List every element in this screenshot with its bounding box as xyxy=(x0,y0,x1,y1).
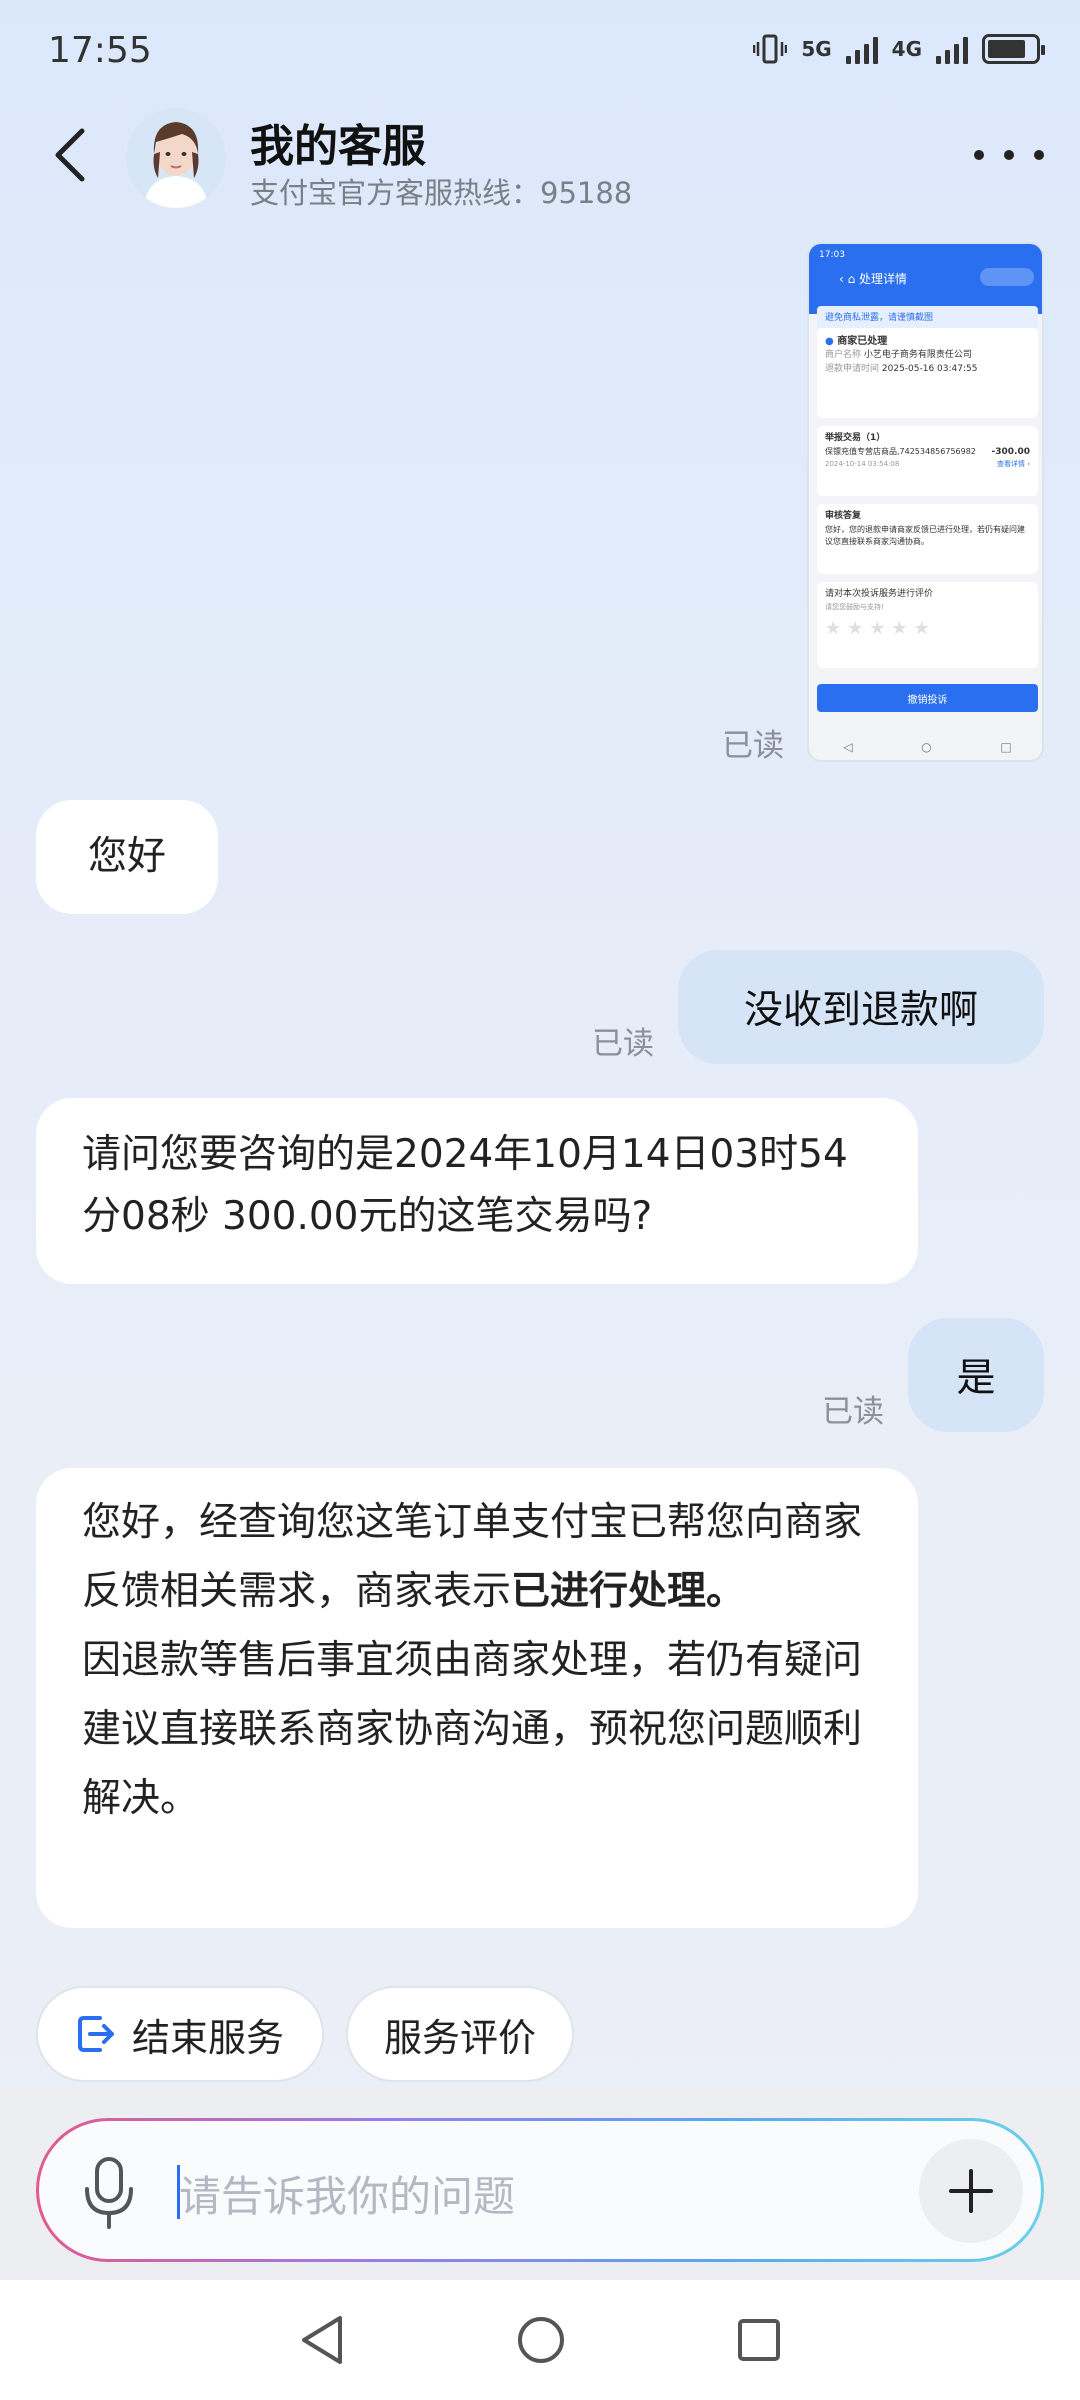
thumb-notice: 避免商私泄露，请谨慎截图 xyxy=(817,306,1038,328)
thumb-status: 商家已处理 xyxy=(837,336,888,347)
back-button[interactable] xyxy=(40,120,100,190)
thumb-report-card: 举报交易（1） 保镖充值专营店商品,742534856756982... -300… xyxy=(817,426,1038,496)
thumb-merchant-value: 小艺电子商务有限责任公司 xyxy=(863,350,972,360)
thumb-nav: ◁ ○ □ xyxy=(809,732,1042,760)
signal-bars-icon xyxy=(936,34,968,64)
thumb-rating-card: 请对本次投诉服务进行评价 请您您鼓励与支持! ★ ★ ★ ★ ★ xyxy=(817,582,1038,668)
thumb-header: 17:03 ‹ ⌂ 处理详情 xyxy=(809,244,1042,314)
chevron-left-icon xyxy=(55,128,85,182)
thumb-date-label: 退款申请时间 xyxy=(825,363,880,374)
nav-home-icon[interactable] xyxy=(516,2315,566,2365)
star-icon: ★ xyxy=(825,618,842,639)
add-attachment-button[interactable] xyxy=(919,2139,1023,2243)
star-icon: ★ xyxy=(913,618,930,639)
avatar[interactable] xyxy=(126,108,226,208)
thumb-stars: ★ ★ ★ ★ ★ xyxy=(825,620,1030,638)
input-placeholder: 请告诉我你的问题 xyxy=(179,2172,516,2221)
nav-recent-apps-icon[interactable] xyxy=(736,2317,782,2363)
thumb-date-value: 2025-05-16 03:47:55 xyxy=(881,363,978,374)
thumb-report-title: 举报交易（1） xyxy=(825,433,886,443)
network-4g-label: 4G xyxy=(891,37,922,61)
rate-service-label: 服务评价 xyxy=(383,2015,536,2060)
thumb-report-amount: -300.00 xyxy=(991,446,1030,457)
thumb-status-card: ● 商家已处理 商户名称 小艺电子商务有限责任公司 退款申请时间 2025-05… xyxy=(817,328,1038,418)
more-dot-icon xyxy=(974,150,984,160)
thumb-title: ‹ ⌂ 处理详情 xyxy=(839,272,908,286)
thumb-report-date: 2024-10-14 03:54:08 xyxy=(825,460,900,468)
star-icon: ★ xyxy=(847,618,864,639)
thumb-title-text: 处理详情 xyxy=(859,272,908,286)
status-icons: 5G 4G xyxy=(753,32,1045,66)
system-nav-bar xyxy=(0,2280,1080,2400)
end-service-label: 结束服务 xyxy=(131,2015,284,2060)
thumb-rate-sub: 请您您鼓励与支持! xyxy=(825,602,884,611)
thumb-review-title: 审核答复 xyxy=(825,511,862,521)
plus-icon xyxy=(949,2169,993,2213)
thumb-capsule-icon xyxy=(980,268,1034,286)
thumb-merchant-label: 商户名称 xyxy=(825,350,862,360)
screenshot-image-message[interactable]: 17:03 ‹ ⌂ 处理详情 避免商私泄露，请谨慎截图 ● 商家已处理 商户名称… xyxy=(807,242,1044,762)
user-message: 是 xyxy=(908,1318,1044,1432)
rate-service-button[interactable]: 服务评价 xyxy=(346,1986,574,2082)
agent-message: 请问您要咨询的是2024年10月14日03时54分08秒 300.00元的这笔交… xyxy=(36,1098,918,1284)
thumb-report-item: 保镖充值专营店商品,742534856756982... xyxy=(825,446,975,456)
user-message: 没收到退款啊 xyxy=(678,950,1044,1064)
input-area: 请告诉我你的问题 xyxy=(0,2090,1080,2280)
thumb-time: 17:03 xyxy=(819,250,845,260)
end-service-button[interactable]: 结束服务 xyxy=(36,1986,324,2082)
exit-icon xyxy=(77,2016,114,2052)
thumb-review-text: 您好，您的退款申请商家反馈已进行处理，若仍有疑问建议您直接联系商家沟通协商。 xyxy=(825,524,1025,546)
status-bar: 17:55 5G 4G xyxy=(0,0,1080,100)
microphone-icon[interactable] xyxy=(79,2155,139,2231)
thumb-home-icon: ○ xyxy=(921,740,932,754)
more-options-button[interactable] xyxy=(974,140,1044,170)
message-input[interactable]: 请告诉我你的问题 xyxy=(36,2118,1044,2262)
thumb-review-card: 审核答复 您好，您的退款申请商家反馈已进行处理，若仍有疑问建议您直接联系商家沟通… xyxy=(817,504,1038,574)
more-dot-icon xyxy=(1004,150,1014,160)
nav-back-icon[interactable] xyxy=(298,2314,346,2366)
thumb-cancel-button: 撤销投诉 xyxy=(817,684,1038,712)
signal-bars-icon xyxy=(845,34,878,64)
thumb-report-detail: 查看详情 › xyxy=(996,460,1030,468)
read-receipt: 已读 xyxy=(592,1026,654,1062)
thumb-rate-title: 请对本次投诉服务进行评价 xyxy=(825,589,934,599)
star-icon: ★ xyxy=(869,618,886,639)
read-receipt: 已读 xyxy=(722,728,784,764)
network-5g-label: 5G xyxy=(801,37,832,61)
message-text: 因退款等售后事宜须由商家处理，若仍有疑问建议直接联系商家协商沟通，预祝您问题顺利… xyxy=(82,1638,863,1822)
hotline-subtitle: 支付宝官方客服热线：95188 xyxy=(250,176,633,210)
chat-header: 我的客服 支付宝官方客服热线：95188 xyxy=(0,100,1080,220)
battery-icon xyxy=(982,34,1045,64)
agent-message: 您好 xyxy=(36,800,218,914)
thumb-recent-icon: □ xyxy=(1000,740,1012,754)
page-title: 我的客服 xyxy=(250,121,426,172)
status-time: 17:55 xyxy=(48,30,152,71)
more-dot-icon xyxy=(1034,150,1044,160)
vibrate-icon xyxy=(753,32,788,66)
star-icon: ★ xyxy=(891,618,908,639)
message-text-bold: 已进行处理。 xyxy=(511,1569,746,1615)
thumb-back-icon: ◁ xyxy=(843,740,853,754)
agent-message: 您好，经查询您这笔订单支付宝已帮您向商家反馈相关需求，商家表示已进行处理。 因退… xyxy=(36,1468,918,1928)
read-receipt: 已读 xyxy=(822,1394,884,1430)
